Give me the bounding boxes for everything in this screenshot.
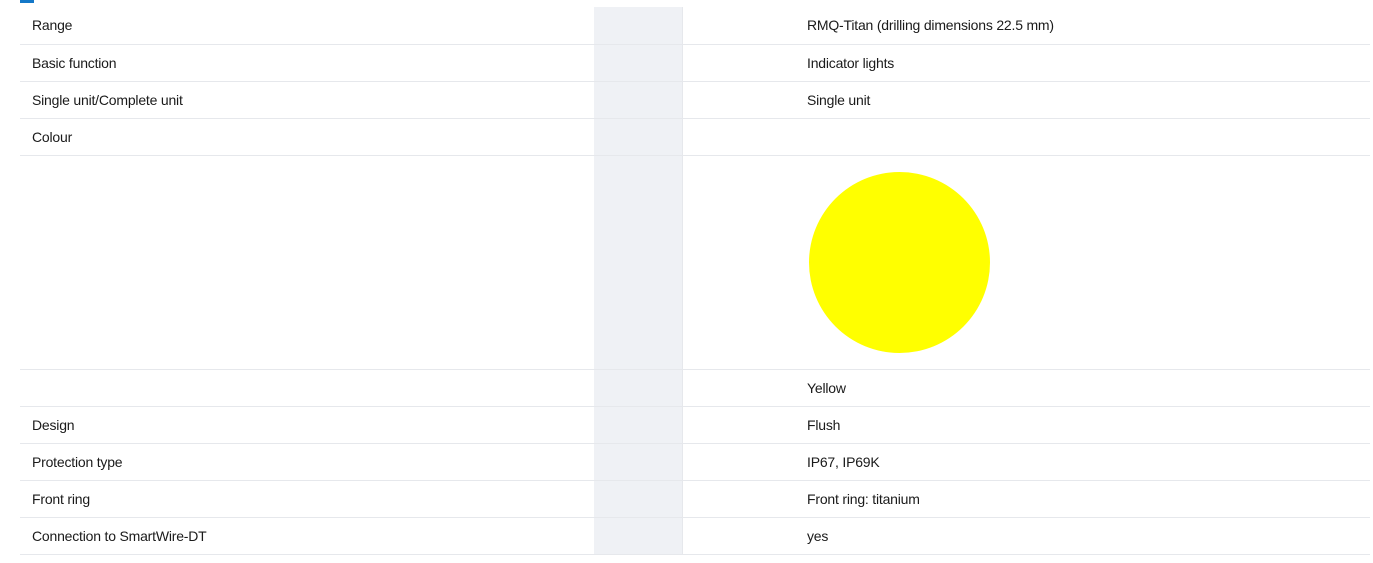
spec-row-colour: Colour [20,118,1370,156]
spec-value: yes [795,517,1370,555]
spec-row-colour-name: Yellow [20,369,1370,407]
spec-label [20,155,594,370]
spec-label: Protection type [20,443,594,481]
spec-value: IP67, IP69K [795,443,1370,481]
spec-value: Front ring: titanium [795,480,1370,518]
colour-swatch [809,171,990,353]
spec-value [795,118,1370,156]
spec-value: Flush [795,406,1370,444]
specification-table: Range RMQ-Titan (drilling dimensions 22.… [20,7,1370,555]
spec-label: Basic function [20,44,594,82]
spec-value: RMQ-Titan (drilling dimensions 22.5 mm) [795,7,1370,45]
spec-row-front-ring: Front ring Front ring: titanium [20,480,1370,518]
spec-label: Range [20,7,594,45]
spec-label [20,369,594,407]
spec-value: Single unit [795,81,1370,119]
spec-label: Connection to SmartWire-DT [20,517,594,555]
spec-label: Design [20,406,594,444]
spec-row-range: Range RMQ-Titan (drilling dimensions 22.… [20,7,1370,45]
spec-value: Yellow [795,369,1370,407]
spec-label: Colour [20,118,594,156]
spec-label: Single unit/Complete unit [20,81,594,119]
spec-value: Indicator lights [795,44,1370,82]
spec-row-unit-type: Single unit/Complete unit Single unit [20,81,1370,119]
spec-row-design: Design Flush [20,406,1370,444]
spec-row-smartwire: Connection to SmartWire-DT yes [20,517,1370,555]
spec-row-basic-function: Basic function Indicator lights [20,44,1370,82]
section-accent-bar [20,0,34,3]
spec-row-colour-swatch [20,155,1370,370]
spec-label: Front ring [20,480,594,518]
spec-row-protection-type: Protection type IP67, IP69K [20,443,1370,481]
